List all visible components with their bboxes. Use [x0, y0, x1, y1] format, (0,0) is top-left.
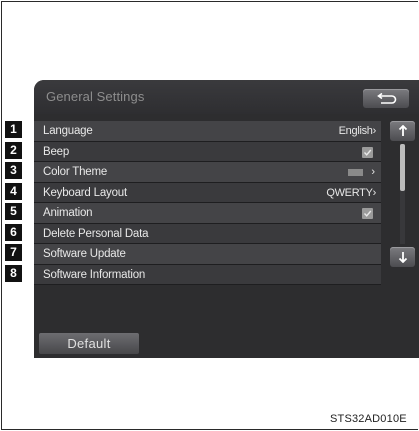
scrollbar-thumb[interactable]: [400, 144, 405, 191]
setting-row-language[interactable]: Language English›: [34, 121, 381, 142]
settings-list: Language English› Beep Color Theme › Key…: [34, 121, 381, 285]
callout-badge: 6: [5, 223, 22, 241]
figure-code: STS32AD010E: [330, 413, 407, 425]
setting-label: Software Information: [43, 268, 146, 281]
setting-row-software-information[interactable]: Software Information: [34, 264, 381, 285]
scroll-down-button[interactable]: [390, 247, 415, 267]
back-button[interactable]: [363, 89, 409, 108]
chevron-right-icon: ›: [371, 166, 375, 178]
setting-value: English›: [338, 125, 377, 137]
arrow-up-icon: [398, 125, 407, 136]
chevron-right-icon: ›: [372, 125, 377, 137]
callout-badge: 4: [5, 182, 22, 200]
setting-row-software-update[interactable]: Software Update: [34, 244, 381, 265]
chevron-right-icon: ›: [372, 186, 377, 199]
setting-row-beep[interactable]: Beep: [34, 141, 381, 162]
color-swatch-icon: [348, 169, 363, 176]
setting-label: Color Theme: [43, 166, 108, 178]
callout-badge: 7: [5, 244, 22, 261]
callout-badge: 3: [5, 162, 22, 179]
screen-header: General Settings: [34, 80, 419, 114]
setting-row-delete-personal-data[interactable]: Delete Personal Data: [34, 223, 381, 244]
checkbox-checked-icon[interactable]: [362, 146, 373, 158]
callout-badge: 2: [5, 141, 22, 159]
checkbox-checked-icon[interactable]: [362, 208, 373, 219]
settings-screen: General Settings Language English› Beep …: [34, 80, 419, 358]
setting-label: Animation: [43, 207, 93, 219]
callout-badges: 1 2 3 4 5 6 7 8: [5, 121, 22, 285]
page-title: General Settings: [46, 89, 145, 104]
callout-badge: 1: [5, 121, 22, 138]
setting-row-animation[interactable]: Animation: [34, 203, 381, 224]
setting-label: Software Update: [43, 248, 126, 260]
setting-label: Keyboard Layout: [43, 186, 127, 199]
setting-label: Language: [43, 125, 93, 137]
arrow-down-icon: [398, 252, 407, 263]
setting-row-color-theme[interactable]: Color Theme ›: [34, 162, 381, 183]
setting-label: Delete Personal Data: [43, 227, 149, 240]
callout-badge: 5: [5, 203, 22, 220]
setting-row-keyboard-layout[interactable]: Keyboard Layout QWERTY›: [34, 182, 381, 203]
return-arrow-icon: [377, 92, 397, 104]
callout-badge: 8: [5, 264, 22, 282]
setting-value: QWERTY›: [326, 186, 377, 199]
default-button[interactable]: Default: [39, 333, 139, 354]
setting-label: Beep: [43, 145, 70, 158]
scroll-up-button[interactable]: [390, 121, 415, 141]
